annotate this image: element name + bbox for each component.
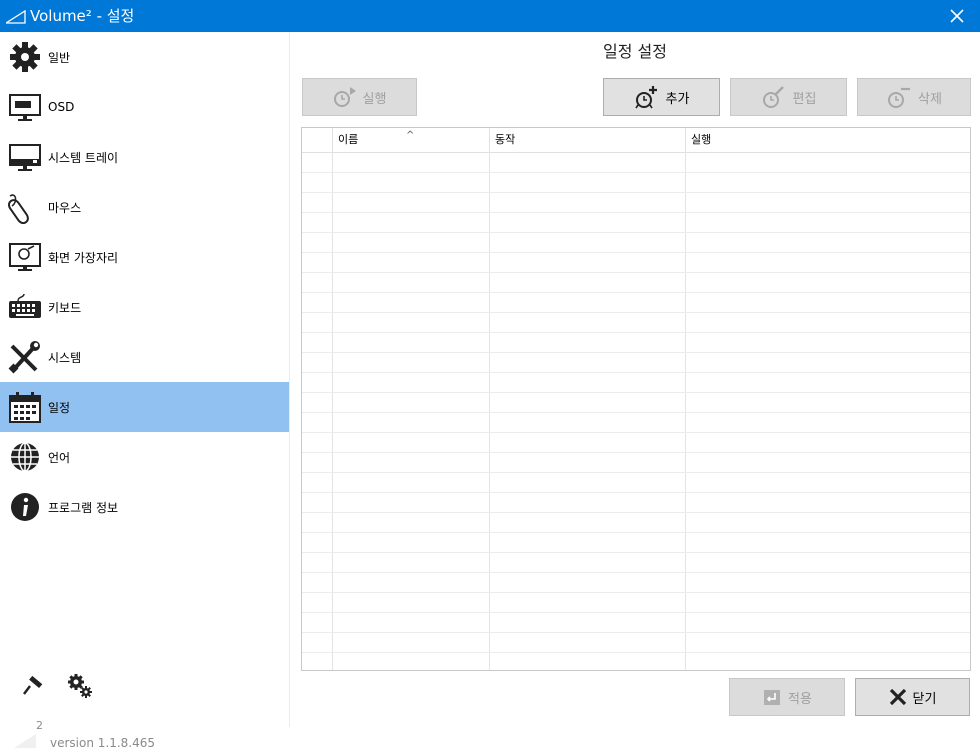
sidebar-item-osd[interactable]: OSD <box>0 82 289 132</box>
table-row <box>302 652 970 653</box>
sort-ascending-icon: ^ <box>406 130 415 141</box>
row-header-column <box>302 128 333 152</box>
table-row <box>302 632 970 633</box>
close-window-button[interactable] <box>934 0 980 32</box>
delete-button-label: 삭제 <box>918 91 942 107</box>
grid-line <box>970 152 971 670</box>
table-row <box>302 192 970 193</box>
sidebar-item-about[interactable]: 프로그램 정보 <box>0 482 289 532</box>
table-row <box>302 392 970 393</box>
sidebar-item-label: 언어 <box>48 450 71 465</box>
tools-icon <box>8 340 42 374</box>
close-icon <box>950 9 964 23</box>
globe-icon <box>8 440 42 474</box>
sidebar-item-system-tray[interactable]: 시스템 트레이 <box>0 132 289 182</box>
window-title: Volume² - 설정 <box>30 7 135 25</box>
alarm-add-icon <box>634 86 657 109</box>
sidebar-item-label: 키보드 <box>48 300 82 315</box>
table-row <box>302 612 970 613</box>
sidebar-item-system[interactable]: 시스템 <box>0 332 289 382</box>
screen-edge-icon <box>8 240 42 274</box>
add-button-label: 추가 <box>665 91 690 107</box>
alarm-edit-icon <box>762 86 784 108</box>
apply-icon <box>764 690 781 705</box>
table-row <box>302 212 970 213</box>
schedule-table[interactable]: 이름 ^ 동작 실행 <box>301 127 971 671</box>
theme-button[interactable] <box>18 672 46 700</box>
edit-button[interactable]: 편집 <box>730 78 847 116</box>
table-row <box>302 552 970 553</box>
sidebar-item-label: 일반 <box>48 50 71 65</box>
sidebar-item-label: 일정 <box>48 400 71 415</box>
table-row <box>302 452 970 453</box>
table-row <box>302 292 970 293</box>
table-row <box>302 492 970 493</box>
monitor-icon <box>8 90 42 124</box>
sidebar: 일반 OSD 시스템 트레이 마우스 화면 가장자리 키보드 시스템 일정 언어… <box>0 32 289 750</box>
gears-icon <box>68 674 92 698</box>
table-row <box>302 172 970 173</box>
table-row <box>302 352 970 353</box>
table-row <box>302 592 970 593</box>
run-button[interactable]: 실행 <box>302 78 417 116</box>
sidebar-item-label: 프로그램 정보 <box>48 500 119 515</box>
monitor-tray-icon <box>8 140 42 174</box>
alarm-delete-icon <box>888 87 911 108</box>
column-header-action[interactable]: 동작 <box>490 128 686 152</box>
gear-icon <box>8 40 42 74</box>
paint-roller-icon <box>23 675 43 695</box>
title-bar: Volume² - 설정 <box>0 0 980 32</box>
table-row <box>302 512 970 513</box>
schedule-settings-panel: 일정 설정 실행 추가 편집 삭제 이름 ^ 동작 실행 적용 닫기 <box>290 32 980 727</box>
sidebar-item-label: OSD <box>48 100 75 114</box>
keyboard-icon <box>8 290 42 324</box>
table-header: 이름 ^ 동작 실행 <box>302 128 970 153</box>
table-row <box>302 532 970 533</box>
table-row <box>302 252 970 253</box>
page-title: 일정 설정 <box>603 42 667 61</box>
info-icon <box>8 490 42 524</box>
table-row <box>302 432 970 433</box>
advanced-settings-button[interactable] <box>66 672 94 700</box>
sidebar-item-language[interactable]: 언어 <box>0 432 289 482</box>
sidebar-item-label: 시스템 트레이 <box>48 150 119 165</box>
table-row <box>302 272 970 273</box>
sidebar-item-general[interactable]: 일반 <box>0 32 289 82</box>
apply-button[interactable]: 적용 <box>729 678 845 716</box>
table-row <box>302 572 970 573</box>
table-row <box>302 312 970 313</box>
sidebar-item-screen-edge[interactable]: 화면 가장자리 <box>0 232 289 282</box>
app-logo-icon <box>3 9 26 28</box>
table-row <box>302 412 970 413</box>
sidebar-item-label: 시스템 <box>48 350 82 365</box>
sidebar-item-schedule[interactable]: 일정 <box>0 382 289 432</box>
sidebar-tools <box>18 672 94 700</box>
table-row <box>302 232 970 233</box>
mouse-icon <box>8 190 42 224</box>
edit-button-label: 편집 <box>792 91 817 107</box>
add-button[interactable]: 추가 <box>603 78 720 116</box>
app-logo-superscript: 2 <box>36 719 43 732</box>
close-button[interactable]: 닫기 <box>855 678 970 716</box>
table-row <box>302 372 970 373</box>
alarm-run-icon <box>333 87 356 107</box>
close-icon <box>889 688 906 706</box>
sidebar-item-mouse[interactable]: 마우스 <box>0 182 289 232</box>
table-row <box>302 472 970 473</box>
sidebar-item-keyboard[interactable]: 키보드 <box>0 282 289 332</box>
sidebar-item-label: 화면 가장자리 <box>48 250 119 265</box>
sidebar-item-label: 마우스 <box>48 200 82 215</box>
close-button-label: 닫기 <box>912 691 937 707</box>
apply-button-label: 적용 <box>788 691 812 707</box>
calendar-icon <box>8 390 42 424</box>
table-row <box>302 332 970 333</box>
column-header-run[interactable]: 실행 <box>686 128 970 152</box>
version-text: version 1.1.8.465 <box>50 736 156 750</box>
run-button-label: 실행 <box>362 91 387 107</box>
delete-button[interactable]: 삭제 <box>857 78 971 116</box>
